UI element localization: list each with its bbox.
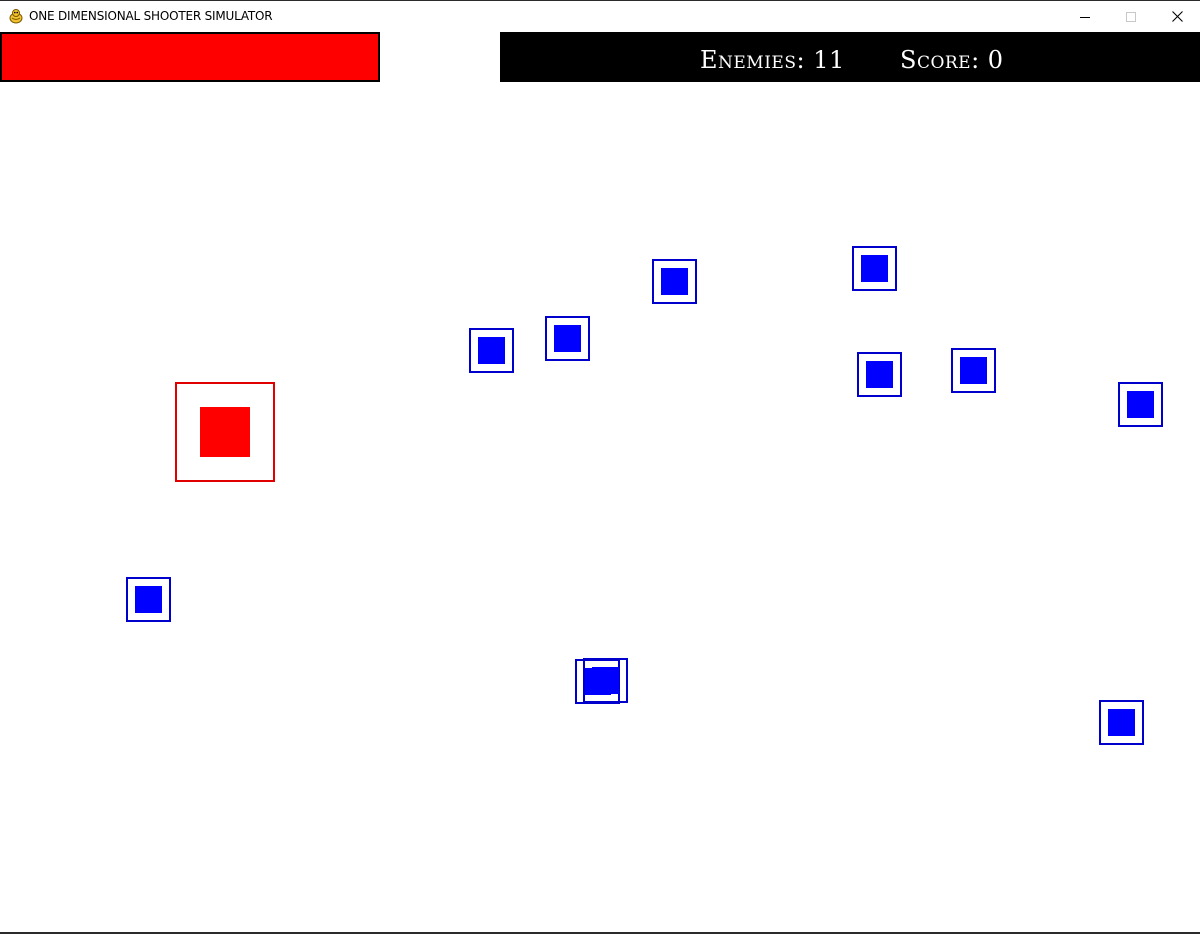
player-square bbox=[175, 382, 275, 482]
enemy-square bbox=[583, 658, 628, 703]
window-title: ONE DIMENSIONAL SHOOTER SIMULATOR bbox=[29, 9, 273, 23]
enemy-core bbox=[861, 255, 888, 282]
game-canvas[interactable]: Enemies: 11 Score: 0 bbox=[0, 32, 1200, 932]
enemy-square bbox=[1118, 382, 1163, 427]
enemy-square bbox=[469, 328, 514, 373]
player-core bbox=[200, 407, 250, 457]
score-counter: Score: 0 bbox=[900, 46, 1004, 74]
close-button[interactable] bbox=[1154, 1, 1200, 32]
enemy-core bbox=[661, 268, 688, 295]
enemies-counter: Enemies: 11 bbox=[700, 46, 845, 74]
enemy-core bbox=[1127, 391, 1154, 418]
minimize-icon bbox=[1080, 16, 1090, 18]
enemy-core bbox=[960, 357, 987, 384]
enemy-core bbox=[866, 361, 893, 388]
close-icon bbox=[1171, 11, 1183, 22]
enemy-square bbox=[857, 352, 902, 397]
enemy-square bbox=[126, 577, 171, 622]
pygame-snake-icon bbox=[9, 9, 23, 24]
hud-panel: Enemies: 11 Score: 0 bbox=[500, 32, 1200, 82]
enemy-core bbox=[1108, 709, 1135, 736]
enemy-square bbox=[652, 259, 697, 304]
enemy-core bbox=[554, 325, 581, 352]
health-bar bbox=[0, 32, 380, 82]
maximize-icon bbox=[1126, 11, 1136, 22]
game-window: ONE DIMENSIONAL SHOOTER SIMULATOR Enemie… bbox=[0, 0, 1200, 934]
enemy-square bbox=[852, 246, 897, 291]
enemy-core bbox=[592, 667, 619, 694]
enemy-square bbox=[951, 348, 996, 393]
enemy-core bbox=[478, 337, 505, 364]
enemy-square bbox=[1099, 700, 1144, 745]
enemy-square bbox=[545, 316, 590, 361]
maximize-button[interactable] bbox=[1108, 1, 1154, 32]
title-bar[interactable]: ONE DIMENSIONAL SHOOTER SIMULATOR bbox=[0, 0, 1200, 32]
minimize-button[interactable] bbox=[1062, 1, 1108, 32]
enemy-core bbox=[135, 586, 162, 613]
